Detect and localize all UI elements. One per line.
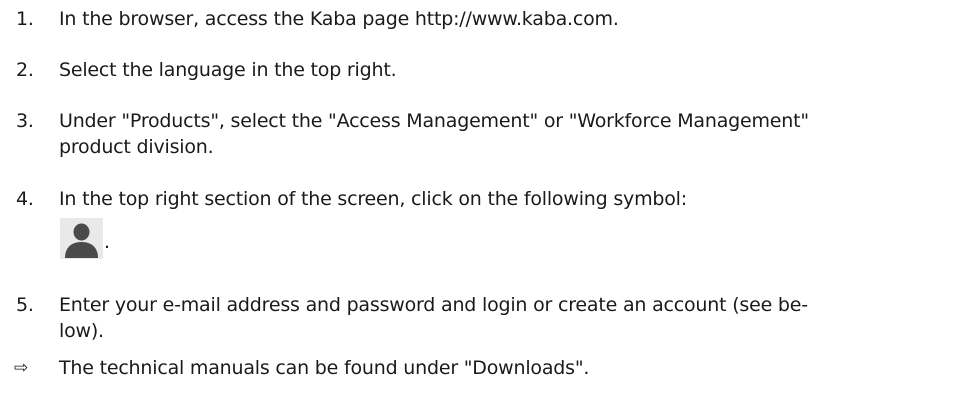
step-number: 3. <box>16 110 34 132</box>
result-text: The technical manuals can be found under… <box>59 357 590 379</box>
step-number: 1. <box>16 8 34 30</box>
step-text: In the browser, access the Kaba page htt… <box>59 8 619 30</box>
user-icon <box>60 218 103 259</box>
step-number: 2. <box>16 59 34 81</box>
step-text: Select the language in the top right. <box>59 59 397 81</box>
result-arrow-icon: ⇨ <box>14 358 29 378</box>
icon-trailing-period: . <box>104 231 110 253</box>
step-text-line-2: low). <box>59 320 104 342</box>
step-text: In the top right section of the screen, … <box>59 188 687 210</box>
step-text: Enter your e-mail address and password a… <box>59 292 939 344</box>
step-text: Under "Products", select the "Access Man… <box>59 108 939 160</box>
instruction-page: 1. In the browser, access the Kaba page … <box>0 0 956 394</box>
step-text-line-1: Enter your e-mail address and password a… <box>59 294 808 316</box>
step-number: 5. <box>16 294 34 316</box>
step-text-line-2: product division. <box>59 136 214 158</box>
step-number: 4. <box>16 188 34 210</box>
step-text-line-1: Under "Products", select the "Access Man… <box>59 110 809 132</box>
